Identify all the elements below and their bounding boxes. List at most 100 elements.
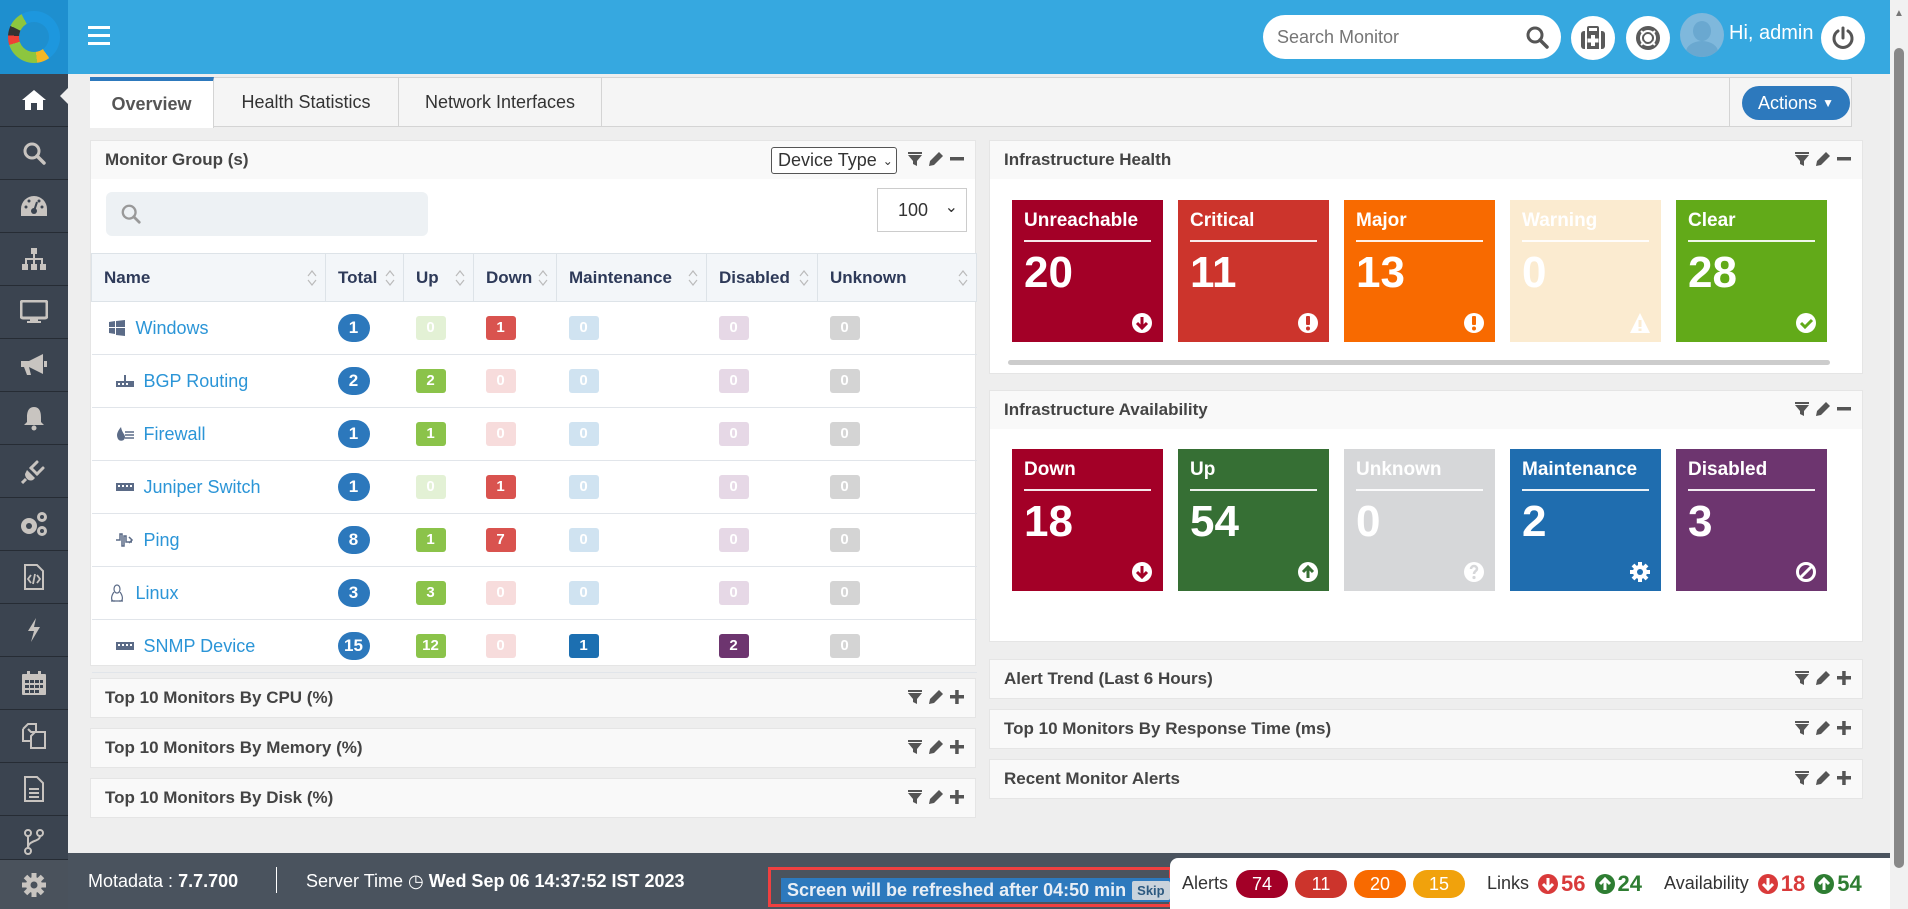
sidebar-item-scripts[interactable]	[0, 551, 68, 604]
status-tile-critical[interactable]: Critical 11	[1178, 200, 1329, 342]
up-badge[interactable]: 12	[415, 634, 446, 658]
maintenance-badge[interactable]: 0	[568, 422, 599, 446]
pencil-icon[interactable]	[928, 739, 944, 755]
availability-down[interactable]: 18	[1757, 871, 1805, 897]
minus-icon[interactable]	[1836, 401, 1852, 417]
disabled-badge[interactable]: 2	[718, 634, 749, 658]
unknown-badge[interactable]: 0	[829, 634, 860, 658]
group-search-input[interactable]	[148, 192, 418, 236]
unknown-badge[interactable]: 0	[829, 475, 860, 499]
total-badge[interactable]: 1	[337, 473, 370, 501]
status-tile-unreachable[interactable]: Unreachable 20	[1012, 200, 1163, 342]
disabled-badge[interactable]: 0	[718, 475, 749, 499]
user-greeting[interactable]: Hi, admin	[1729, 22, 1813, 45]
unknown-badge[interactable]: 0	[829, 422, 860, 446]
filter-icon[interactable]	[1794, 770, 1810, 786]
status-tile-major[interactable]: Major 13	[1344, 200, 1495, 342]
pencil-icon[interactable]	[928, 151, 944, 167]
disabled-badge[interactable]: 0	[718, 581, 749, 605]
availability-up[interactable]: 54	[1813, 871, 1862, 897]
group-link[interactable]: Linux	[104, 583, 326, 604]
unknown-badge[interactable]: 0	[829, 528, 860, 552]
panel-header[interactable]: Alert Trend (Last 6 Hours)	[990, 660, 1862, 698]
unknown-badge[interactable]: 0	[829, 369, 860, 393]
status-tile-clear[interactable]: Clear 28	[1676, 200, 1827, 342]
up-badge[interactable]: 0	[415, 316, 446, 340]
up-badge[interactable]: 3	[415, 581, 446, 605]
down-badge[interactable]: 1	[485, 475, 516, 499]
disabled-badge[interactable]: 0	[718, 528, 749, 552]
group-link[interactable]: Windows	[104, 318, 326, 339]
group-link[interactable]: Juniper Switch	[104, 477, 326, 498]
maintenance-badge[interactable]: 0	[568, 528, 599, 552]
total-badge[interactable]: 3	[337, 579, 370, 607]
up-badge[interactable]: 0	[415, 475, 446, 499]
sidebar-item-monitors[interactable]	[0, 286, 68, 339]
actions-button[interactable]: Actions ▼	[1742, 86, 1850, 120]
sidebar-item-announcements[interactable]	[0, 339, 68, 392]
col-down[interactable]: Down	[473, 253, 557, 302]
minus-icon[interactable]	[949, 151, 965, 167]
sidebar-item-templates[interactable]	[0, 710, 68, 763]
plus-icon[interactable]	[1836, 720, 1852, 736]
up-badge[interactable]: 1	[415, 528, 446, 552]
search-icon[interactable]	[1525, 25, 1549, 49]
links-down[interactable]: 56	[1537, 871, 1586, 897]
total-badge[interactable]: 15	[337, 632, 370, 660]
skip-button[interactable]: Skip	[1132, 880, 1170, 900]
logout-button[interactable]	[1821, 16, 1865, 60]
support-button[interactable]	[1626, 16, 1670, 60]
panel-header[interactable]: Top 10 Monitors By CPU (%)	[91, 679, 975, 717]
down-badge[interactable]: 0	[485, 634, 516, 658]
maintenance-badge[interactable]: 0	[568, 475, 599, 499]
logo-container[interactable]	[0, 0, 68, 74]
status-tile-maintenance[interactable]: Maintenance 2	[1510, 449, 1661, 591]
panel-header[interactable]: Top 10 Monitors By Disk (%)	[91, 779, 975, 817]
sidebar-item-alerts[interactable]	[0, 392, 68, 445]
alert-count-pill[interactable]: 20	[1354, 869, 1407, 898]
filter-icon[interactable]	[907, 739, 923, 755]
col-unknown[interactable]: Unknown	[817, 253, 977, 302]
links-up[interactable]: 24	[1594, 871, 1642, 897]
sidebar-item-configuration[interactable]	[0, 498, 68, 551]
sidebar-item-dashboard[interactable]	[0, 180, 68, 233]
total-badge[interactable]: 2	[337, 367, 370, 395]
page-size-select[interactable]: 100 ⌄	[877, 188, 967, 232]
maintenance-badge[interactable]: 0	[568, 316, 599, 340]
down-badge[interactable]: 0	[485, 369, 516, 393]
disabled-badge[interactable]: 0	[718, 369, 749, 393]
total-badge[interactable]: 1	[337, 314, 370, 342]
scroll-up-icon[interactable]: ▲	[1894, 8, 1904, 19]
col-up[interactable]: Up	[403, 253, 474, 302]
group-link[interactable]: BGP Routing	[104, 371, 326, 392]
maintenance-badge[interactable]: 0	[568, 581, 599, 605]
pencil-icon[interactable]	[928, 689, 944, 705]
maintenance-badge[interactable]: 1	[568, 634, 599, 658]
plus-icon[interactable]	[949, 739, 965, 755]
pencil-icon[interactable]	[928, 789, 944, 805]
disabled-badge[interactable]: 0	[718, 422, 749, 446]
group-link[interactable]: Firewall	[104, 424, 326, 445]
filter-icon[interactable]	[907, 689, 923, 705]
col-name[interactable]: Name	[91, 253, 326, 302]
medkit-button[interactable]	[1571, 16, 1615, 60]
status-tile-unknown[interactable]: Unknown 0	[1344, 449, 1495, 591]
group-link[interactable]: Ping	[104, 530, 326, 551]
total-badge[interactable]: 8	[337, 526, 370, 554]
unknown-badge[interactable]: 0	[829, 316, 860, 340]
plus-icon[interactable]	[1836, 670, 1852, 686]
plus-icon[interactable]	[949, 689, 965, 705]
filter-icon[interactable]	[1794, 670, 1810, 686]
pencil-icon[interactable]	[1815, 401, 1831, 417]
tab-overview[interactable]: Overview	[90, 77, 214, 128]
pencil-icon[interactable]	[1815, 151, 1831, 167]
sidebar-item-actions[interactable]	[0, 604, 68, 657]
status-tile-up[interactable]: Up 54	[1178, 449, 1329, 591]
filter-icon[interactable]	[1794, 720, 1810, 736]
down-badge[interactable]: 0	[485, 422, 516, 446]
col-disabled[interactable]: Disabled	[706, 253, 818, 302]
sidebar-item-home[interactable]	[0, 74, 68, 127]
minus-icon[interactable]	[1836, 151, 1852, 167]
scrollbar-thumb[interactable]	[1894, 48, 1904, 868]
col-maintenance[interactable]: Maintenance	[556, 253, 707, 302]
